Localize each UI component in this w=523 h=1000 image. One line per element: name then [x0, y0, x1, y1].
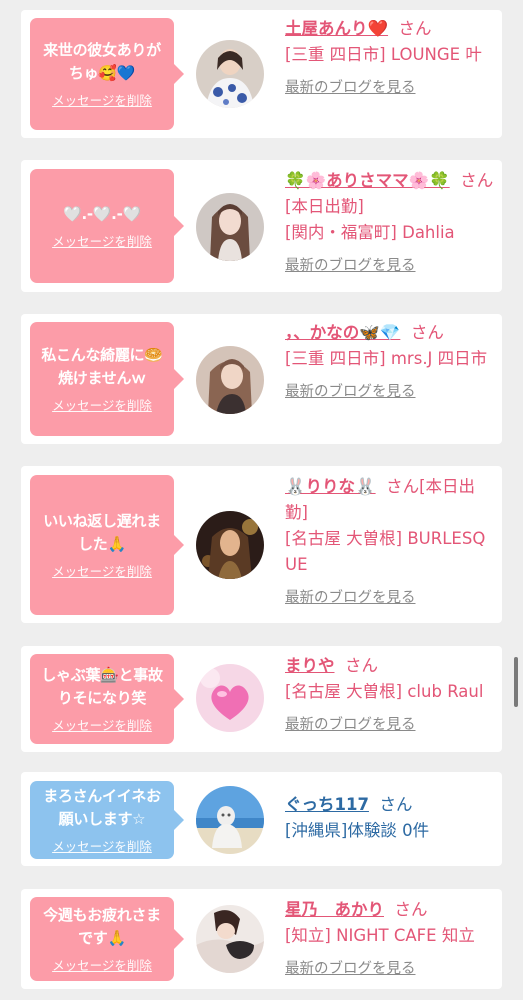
honorific: さん: [398, 19, 432, 38]
avatar-woman-brown-hair-icon[interactable]: [196, 346, 264, 414]
sender-info: 土屋あんり❤️ さん [三重 四日市] LOUNGE 叶 最新のブログを見る: [285, 16, 495, 101]
message-card: 来世の彼女ありがちゅ🥰💙 メッセージを削除 土屋あんり❤️ さん [三重 四日市…: [21, 10, 502, 138]
message-text: 私こんな綺麗に🥯焼けませんｗ: [41, 346, 163, 387]
shop-info: [三重 四日市] mrs.J 四日市: [285, 349, 488, 368]
delete-message-link[interactable]: メッセージを削除: [52, 395, 152, 414]
sender-name-link[interactable]: まりや: [285, 656, 335, 675]
shop-info: [関内・福富町] Dahlia: [285, 223, 455, 242]
scrollbar[interactable]: [514, 657, 518, 707]
honorific: さん: [379, 795, 413, 814]
latest-blog-link[interactable]: 最新のブログを見る: [285, 712, 495, 738]
avatar-woman-blue-floral-icon[interactable]: [196, 40, 264, 108]
message-text: いいね返し遅れました🙏: [43, 512, 161, 553]
message-bubble: 今週もお疲れさまです🙏 メッセージを削除: [30, 897, 184, 981]
message-card: しゃぶ葉🎰と事故りそになり笑 メッセージを削除 まりや さん [名古屋 大曽根]…: [21, 646, 502, 752]
message-card: 今週もお疲れさまです🙏 メッセージを削除 星乃 あかり さん [知立] NIGH…: [21, 889, 502, 989]
delete-message-link[interactable]: メッセージを削除: [52, 715, 152, 734]
avatar-woman-lying-icon[interactable]: [196, 905, 264, 973]
honorific: さん: [394, 900, 428, 919]
sender-info: ，、かなの🦋💎 さん [三重 四日市] mrs.J 四日市 最新のブログを見る: [285, 320, 495, 405]
sender-info: 🍀🌸ありさママ🌸🍀 さん[本日出勤] [関内・福富町] Dahlia 最新のブロ…: [285, 168, 495, 279]
message-card: 私こんな綺麗に🥯焼けませんｗ メッセージを削除 ，、かなの🦋💎 さん [三重 四…: [21, 314, 502, 444]
sender-name-link[interactable]: ，、かなの🦋💎: [285, 323, 400, 342]
message-bubble: まろさんイイネお願いします☆ メッセージを削除: [30, 781, 184, 859]
message-text: まろさんイイネお願いします☆: [43, 787, 161, 828]
avatar-pink-heart-icon[interactable]: [196, 664, 264, 732]
message-card: まろさんイイネお願いします☆ メッセージを削除 ぐっち117 さん [沖縄県]体…: [21, 772, 502, 866]
shop-info: [知立] NIGHT CAFE 知立: [285, 926, 475, 945]
sender-info: 🐰りりな🐰 さん[本日出勤] [名古屋 大曽根] BURLESQUE 最新のブロ…: [285, 474, 495, 611]
message-text: 来世の彼女ありがちゅ🥰💙: [43, 41, 161, 82]
delete-message-link[interactable]: メッセージを削除: [52, 955, 152, 974]
avatar-woman-long-hair-icon[interactable]: [196, 193, 264, 261]
avatar-woman-gold-light-icon[interactable]: [196, 511, 264, 579]
delete-message-link[interactable]: メッセージを削除: [52, 90, 152, 109]
latest-blog-link[interactable]: 最新のブログを見る: [285, 75, 495, 101]
sender-info: 星乃 あかり さん [知立] NIGHT CAFE 知立 最新のブログを見る: [285, 897, 495, 982]
shop-info: [沖縄県]体験談 0件: [285, 821, 430, 840]
honorific: さん: [345, 656, 378, 675]
message-text: しゃぶ葉🎰と事故りそになり笑: [41, 666, 163, 707]
sender-name-link[interactable]: ぐっち117: [285, 795, 369, 814]
message-bubble: しゃぶ葉🎰と事故りそになり笑 メッセージを削除: [30, 654, 184, 744]
shop-info: [名古屋 大曽根] BURLESQUE: [285, 529, 486, 574]
latest-blog-link[interactable]: 最新のブログを見る: [285, 379, 495, 405]
sender-name-link[interactable]: 🍀🌸ありさママ🌸🍀: [285, 171, 450, 190]
message-bubble: 来世の彼女ありがちゅ🥰💙 メッセージを削除: [30, 18, 184, 130]
message-text: 今週もお疲れさまです🙏: [43, 906, 161, 947]
message-text: 🤍.-🤍.-🤍: [63, 204, 141, 223]
sender-info: まりや さん [名古屋 大曽根] club Raul 最新のブログを見る: [285, 653, 495, 738]
honorific: さん: [410, 323, 444, 342]
sender-name-link[interactable]: 星乃 あかり: [285, 900, 384, 919]
delete-message-link[interactable]: メッセージを削除: [52, 561, 152, 580]
message-bubble: いいね返し遅れました🙏 メッセージを削除: [30, 475, 184, 615]
shop-info: [名古屋 大曽根] club Raul: [285, 682, 484, 701]
sender-info: ぐっち117 さん [沖縄県]体験談 0件: [285, 792, 495, 844]
shop-info: [三重 四日市] LOUNGE 叶: [285, 45, 482, 64]
message-card: 🤍.-🤍.-🤍 メッセージを削除 🍀🌸ありさママ🌸🍀 さん[本日出勤] [関内・…: [21, 160, 502, 292]
latest-blog-link[interactable]: 最新のブログを見る: [285, 585, 495, 611]
message-bubble: 私こんな綺麗に🥯焼けませんｗ メッセージを削除: [30, 322, 184, 436]
sender-name-link[interactable]: 🐰りりな🐰: [285, 477, 376, 496]
latest-blog-link[interactable]: 最新のブログを見る: [285, 253, 495, 279]
delete-message-link[interactable]: メッセージを削除: [52, 836, 152, 855]
sender-name-link[interactable]: 土屋あんり❤️: [285, 19, 388, 38]
message-bubble: 🤍.-🤍.-🤍 メッセージを削除: [30, 169, 184, 283]
message-card: いいね返し遅れました🙏 メッセージを削除 🐰りりな🐰 さん[本日出勤] [名古屋…: [21, 466, 502, 623]
latest-blog-link[interactable]: 最新のブログを見る: [285, 956, 495, 982]
delete-message-link[interactable]: メッセージを削除: [52, 231, 152, 250]
avatar-beach-statue-icon[interactable]: [196, 786, 264, 854]
